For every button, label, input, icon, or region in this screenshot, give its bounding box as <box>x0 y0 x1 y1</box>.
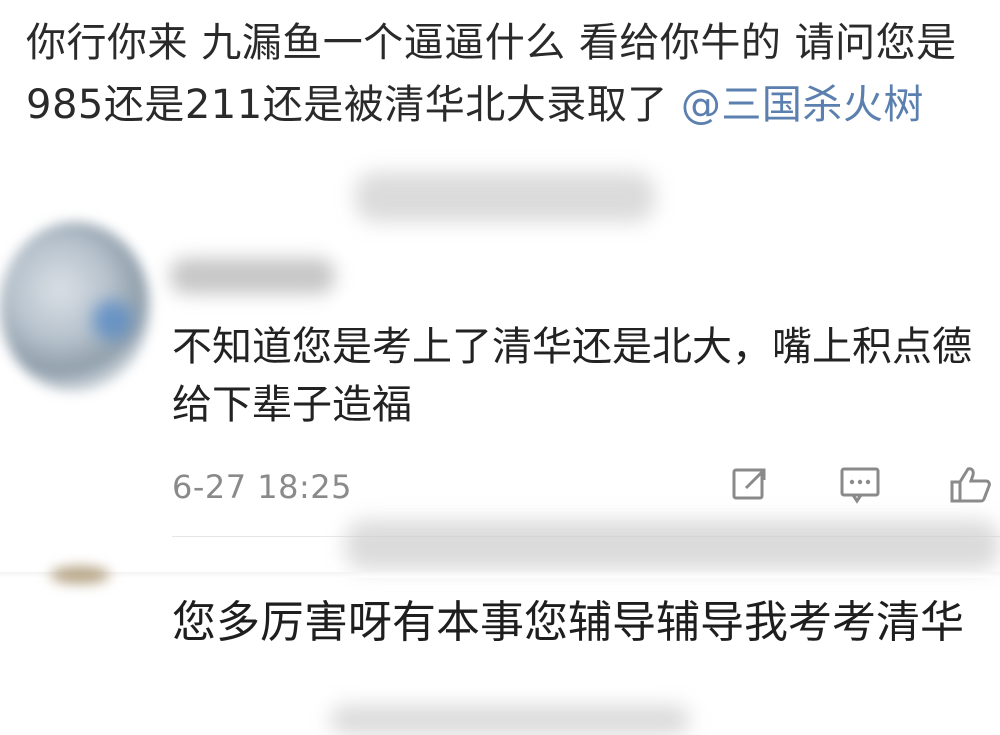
avatar-second[interactable] <box>50 566 110 584</box>
blurred-content-bottom <box>330 705 690 735</box>
blurred-username-second <box>345 520 1000 570</box>
blurred-username[interactable] <box>170 258 335 294</box>
mention-link[interactable]: @三国杀火树 <box>681 82 924 128</box>
reply-text: 不知道您是考上了清华还是北大，嘴上积点德给下辈子造福 <box>172 324 972 428</box>
like-icon[interactable] <box>948 462 992 506</box>
share-icon[interactable] <box>728 462 772 506</box>
top-comment: 你行你来 九漏鱼一个逼逼什么 看给你牛的 请问您是985还是211还是被清华北大… <box>26 12 976 136</box>
comment-icon[interactable] <box>838 462 882 506</box>
blurred-username-top <box>355 172 655 222</box>
reply-timestamp: 6-27 18:25 <box>172 468 353 506</box>
second-reply-text: 您多厉害呀有本事您辅导辅导我考考清华 <box>172 597 964 648</box>
image-seam <box>0 572 1000 578</box>
avatar-detail <box>92 300 132 340</box>
